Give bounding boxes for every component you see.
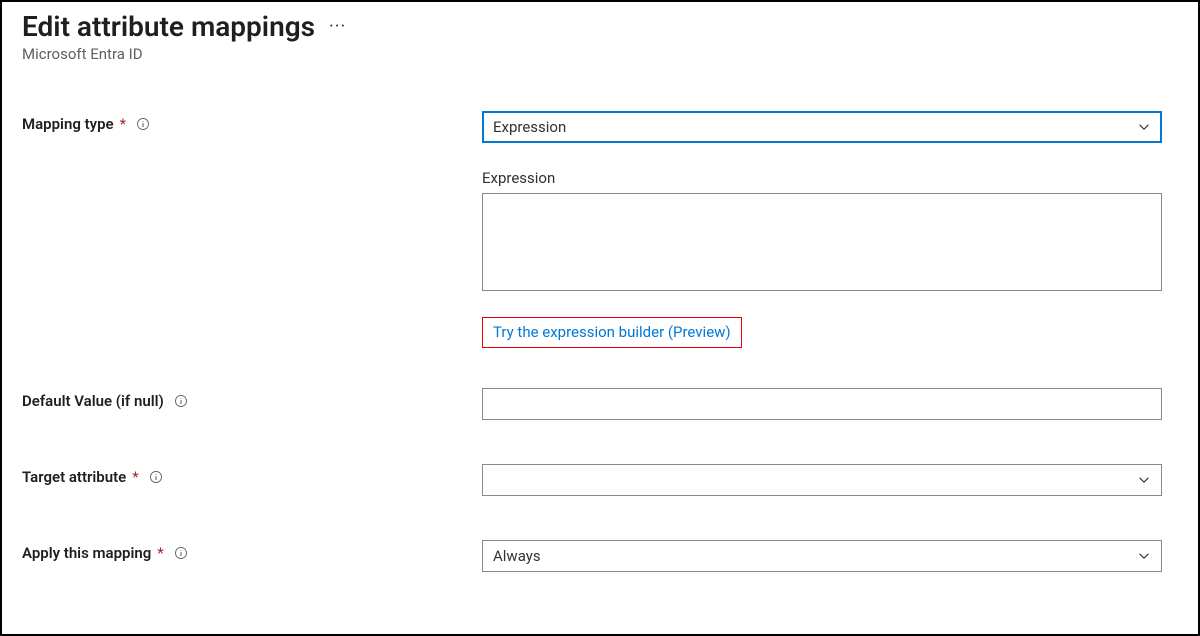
expression-builder-highlight: Try the expression builder (Preview) [482, 317, 742, 348]
info-icon[interactable] [174, 546, 188, 560]
required-asterisk: * [120, 115, 126, 133]
mapping-type-row: Mapping type * Expression Expression [22, 111, 1178, 388]
page-title: Edit attribute mappings [22, 10, 315, 43]
default-value-row: Default Value (if null) [22, 388, 1178, 420]
chevron-down-icon [1137, 473, 1151, 487]
chevron-down-icon [1137, 549, 1151, 563]
apply-mapping-row: Apply this mapping * Always [22, 540, 1178, 572]
page-subtitle: Microsoft Entra ID [22, 45, 1178, 63]
mapping-type-select[interactable]: Expression [482, 111, 1162, 143]
apply-mapping-label: Apply this mapping * [22, 540, 482, 562]
target-attribute-row: Target attribute * [22, 464, 1178, 496]
required-asterisk: * [157, 544, 163, 562]
try-expression-builder-link[interactable]: Try the expression builder (Preview) [493, 323, 731, 341]
more-actions-button[interactable]: ··· [329, 16, 346, 37]
apply-mapping-value: Always [493, 547, 541, 565]
required-asterisk: * [132, 468, 138, 486]
expression-label: Expression [482, 169, 1162, 187]
expression-textarea[interactable] [482, 193, 1162, 291]
panel-header: Edit attribute mappings ··· [22, 10, 1178, 43]
info-icon[interactable] [149, 470, 163, 484]
default-value-input[interactable] [482, 388, 1162, 420]
mapping-type-value: Expression [493, 118, 566, 136]
default-value-label: Default Value (if null) [22, 388, 482, 410]
edit-attribute-mappings-panel: Edit attribute mappings ··· Microsoft En… [0, 0, 1200, 636]
mapping-type-label: Mapping type * [22, 111, 482, 133]
chevron-down-icon [1137, 120, 1151, 134]
apply-mapping-select[interactable]: Always [482, 540, 1162, 572]
target-attribute-label: Target attribute * [22, 464, 482, 486]
info-icon[interactable] [136, 117, 150, 131]
target-attribute-select[interactable] [482, 464, 1162, 496]
info-icon[interactable] [174, 394, 188, 408]
